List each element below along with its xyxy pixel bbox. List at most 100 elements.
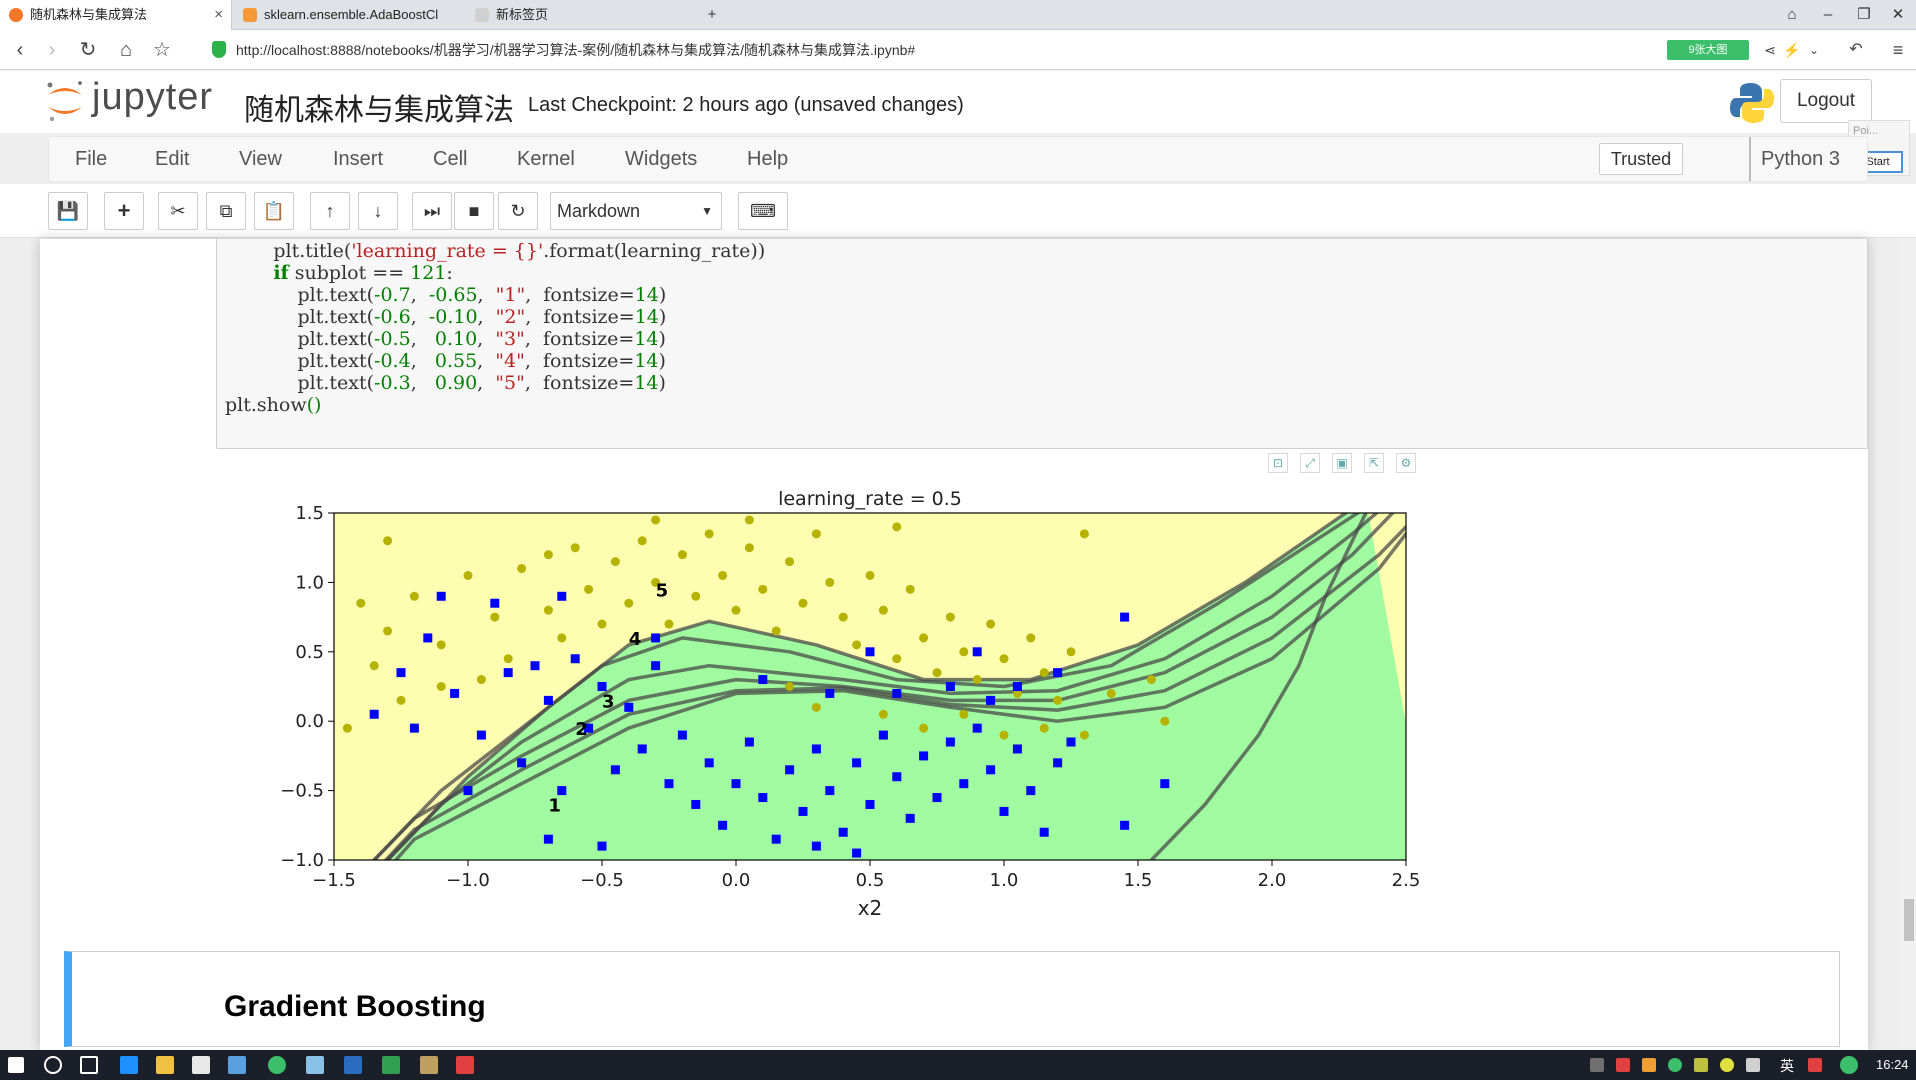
- save-figure-icon[interactable]: ▣: [1332, 453, 1352, 473]
- forward-icon[interactable]: ›: [38, 36, 66, 64]
- scatter-point-class0: [463, 570, 473, 580]
- reload-icon[interactable]: ↻: [74, 36, 102, 64]
- menu-cell[interactable]: Cell: [433, 137, 467, 181]
- tray-icon[interactable]: [1694, 1058, 1708, 1072]
- browser-icon[interactable]: [268, 1056, 286, 1074]
- menu-file[interactable]: File: [75, 137, 107, 181]
- code-token: (): [306, 394, 322, 416]
- app-icon[interactable]: [344, 1056, 362, 1074]
- url-field[interactable]: http://localhost:8888/notebooks/机器学习/机器学…: [236, 40, 915, 60]
- trusted-indicator[interactable]: Trusted: [1599, 143, 1683, 175]
- scatter-point-class1: [543, 695, 553, 705]
- app-icon[interactable]: [420, 1056, 438, 1074]
- tab-sklearn[interactable]: sklearn.ensemble.AdaBoostCl: [234, 0, 464, 30]
- move-down-icon[interactable]: ↓: [358, 192, 398, 230]
- undo-icon[interactable]: ↶: [1842, 36, 1870, 64]
- sklearn-favicon-icon: [243, 8, 257, 22]
- jupyter-logo-icon[interactable]: [44, 79, 86, 123]
- menu-kernel[interactable]: Kernel: [517, 137, 575, 181]
- menu-view[interactable]: View: [239, 137, 282, 181]
- cut-icon[interactable]: ✂: [158, 192, 198, 230]
- scrollbar[interactable]: [1900, 239, 1916, 1050]
- tray-icon[interactable]: [1668, 1058, 1682, 1072]
- bookmark-star-icon[interactable]: ☆: [148, 36, 176, 64]
- menu-widgets[interactable]: Widgets: [625, 137, 697, 181]
- menu-icon[interactable]: ≡: [1884, 36, 1912, 64]
- scatter-point-class1: [557, 786, 567, 796]
- notebook-toolbar: 💾 + ✂ ⧉ 📋 ↑ ↓ ⏭ ■ ↻ Markdown ▼ ⌨: [0, 184, 1916, 238]
- stop-icon[interactable]: ■: [454, 192, 494, 230]
- cell-type-select[interactable]: Markdown ▼: [550, 192, 722, 230]
- paste-icon[interactable]: 📋: [254, 192, 294, 230]
- settings-gear-icon[interactable]: ⚙: [1396, 453, 1416, 473]
- scatter-point-class1: [530, 661, 540, 671]
- folder-icon[interactable]: [306, 1056, 324, 1074]
- store-icon[interactable]: [156, 1056, 174, 1074]
- menu-insert[interactable]: Insert: [333, 137, 383, 181]
- minimize-icon[interactable]: –: [1810, 0, 1846, 30]
- tray-icon[interactable]: [1642, 1058, 1656, 1072]
- scatter-point-class1: [945, 682, 955, 691]
- edge-icon[interactable]: [120, 1056, 138, 1074]
- bookmark-icon[interactable]: ⊡: [1268, 453, 1288, 473]
- tab-title: 随机森林与集成算法: [30, 7, 148, 22]
- copy-icon[interactable]: ⧉: [206, 192, 246, 230]
- tray-icon[interactable]: [1808, 1058, 1822, 1072]
- notebook-name[interactable]: 随机森林与集成算法: [244, 85, 514, 129]
- home-icon[interactable]: ⌂: [112, 36, 140, 64]
- code-token: "1": [495, 284, 526, 306]
- scrollbar-thumb[interactable]: [1904, 899, 1914, 941]
- code-token: ,: [477, 306, 496, 328]
- keyboard-icon[interactable]: ⌨: [738, 192, 788, 230]
- add-cell-icon[interactable]: +: [104, 192, 144, 230]
- code-cell[interactable]: plt.title('learning_rate = {}'.format(le…: [216, 239, 1868, 449]
- tab-notebook[interactable]: 随机森林与集成算法 ×: [0, 0, 232, 30]
- tray-icon[interactable]: [1590, 1058, 1604, 1072]
- big-pic-button[interactable]: 9张大图: [1667, 40, 1749, 60]
- restore-icon[interactable]: ❐: [1846, 0, 1882, 30]
- code-token: , fontsize=: [524, 372, 635, 394]
- save-icon[interactable]: 💾: [48, 192, 88, 230]
- logout-button[interactable]: Logout: [1780, 79, 1872, 123]
- input-language[interactable]: 英: [1780, 1056, 1794, 1076]
- close-window-icon[interactable]: ✕: [1880, 0, 1916, 30]
- x-tick-label: −1.0: [446, 870, 490, 891]
- expand-icon[interactable]: ⤢: [1300, 453, 1320, 473]
- terminal-icon[interactable]: [382, 1056, 400, 1074]
- tab-new[interactable]: 新标签页: [466, 0, 686, 30]
- browser-tab-bar: 随机森林与集成算法 × sklearn.ensemble.AdaBoostCl …: [0, 0, 1916, 30]
- export-icon[interactable]: ⇱: [1364, 453, 1384, 473]
- restart-icon[interactable]: ↻: [498, 192, 538, 230]
- recorder-icon[interactable]: [456, 1056, 474, 1074]
- tray-icon[interactable]: [1720, 1058, 1734, 1072]
- scatter-point-class0: [744, 515, 754, 525]
- tray-icon[interactable]: [1616, 1058, 1630, 1072]
- code-token: 'learning_rate = {}': [351, 240, 544, 262]
- windows-start-icon[interactable]: [8, 1057, 24, 1073]
- checkpoint-status: Last Checkpoint: 2 hours ago (unsaved ch…: [528, 94, 964, 116]
- markdown-cell[interactable]: Gradient Boosting: [64, 951, 1840, 1047]
- back-icon[interactable]: ‹: [6, 36, 34, 64]
- menu-help[interactable]: Help: [747, 137, 788, 181]
- new-tab-icon[interactable]: +: [694, 0, 730, 30]
- app-icon[interactable]: [228, 1056, 246, 1074]
- run-icon[interactable]: ⏭: [412, 192, 452, 230]
- code-token: 0.55: [434, 350, 478, 372]
- close-icon[interactable]: ×: [214, 0, 223, 30]
- scatter-point-class0: [1053, 695, 1063, 705]
- code-token: ): [658, 328, 666, 350]
- scatter-point-class0: [490, 612, 500, 622]
- code-token: -0.3: [374, 372, 411, 394]
- scatter-point-class1: [1066, 737, 1076, 747]
- mail-icon[interactable]: [192, 1056, 210, 1074]
- search-icon[interactable]: [44, 1056, 62, 1074]
- annotation-label: 3: [602, 691, 615, 712]
- menu-edit[interactable]: Edit: [155, 137, 189, 181]
- jupyter-header: jupyter 随机森林与集成算法 Last Checkpoint: 2 hou…: [0, 71, 1916, 133]
- network-icon[interactable]: [1746, 1058, 1760, 1072]
- status-icon[interactable]: [1840, 1056, 1858, 1074]
- move-up-icon[interactable]: ↑: [310, 192, 350, 230]
- task-view-icon[interactable]: [80, 1056, 98, 1074]
- pin-icon[interactable]: ⌂: [1774, 0, 1810, 30]
- chevron-down-icon[interactable]: ⌄: [1800, 36, 1828, 64]
